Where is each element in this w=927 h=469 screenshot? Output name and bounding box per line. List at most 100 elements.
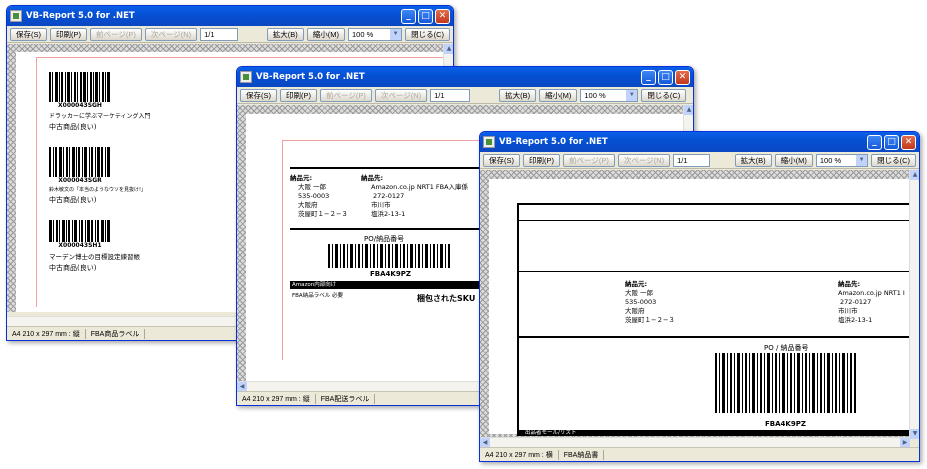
app-icon [483,136,495,148]
zoom-out-button[interactable]: 縮小(M) [306,27,345,41]
page-field[interactable]: 1/1 [673,153,710,167]
prev-page-button[interactable]: 前ページ(P) [563,153,615,167]
barcode-text: X000043SGH [58,102,102,109]
zoom-value: 100 % [819,155,842,165]
close-button[interactable]: 閉じる(C) [405,27,450,41]
zoom-select[interactable]: 100 % ▼ [348,27,403,41]
ship-to-heading: 納品先: [838,280,861,288]
minimize-icon[interactable]: _ [641,69,656,85]
scroll-up-icon[interactable]: ▲ [684,105,693,115]
title-bar[interactable]: VB-Report 5.0 for .NET _ □ ✕ [480,132,919,152]
page-field[interactable]: 1/1 [430,88,471,102]
page-field[interactable]: 1/1 [200,27,238,41]
zoom-in-button[interactable]: 拡大(B) [499,88,537,102]
ship-from-line: 大阪府 [625,307,645,315]
app-icon [10,10,22,22]
paper-size-text: A4 210 x 297 mm : 縦 [7,328,86,339]
ship-to-heading: 納品先: [361,174,384,182]
ship-to: 納品先: Amazon.co.jp NRT1 I 272-0127 市川市 塩浜… [838,280,905,325]
print-button[interactable]: 印刷(P) [523,153,560,167]
product-title: マーデン博士の目標設定練習帳 [49,253,140,261]
barcode [49,72,110,102]
report-name-text: FBA商品ラベル [86,328,146,339]
maximize-icon[interactable]: □ [658,69,673,85]
title-bar[interactable]: VB-Report 5.0 for .NET _ □ ✕ [237,67,693,87]
product-label-1: X000043SGH ドラッカーに学ぶマーケティング入門 中古商品(良い) [49,72,151,132]
window-title: VB-Report 5.0 for .NET [256,72,365,82]
product-condition: 中古商品(良い) [49,123,97,131]
po-label: PO/納品番号 [364,235,405,243]
rule [517,220,910,221]
po-code: FBA4K9PZ [765,420,806,428]
vertical-scrollbar[interactable]: ▲ ▼ [909,170,919,439]
paper-size-text: A4 210 x 297 mm : 縦 [237,393,316,404]
ship-to-line: Amazon.co.jp NRT1 FBA入庫係 [371,183,469,191]
zoom-in-button[interactable]: 拡大(B) [266,27,304,41]
ship-to-line: 272-0127 [840,298,872,306]
zoom-value: 100 % [584,90,606,100]
zoom-in-button[interactable]: 拡大(B) [734,153,772,167]
next-page-button[interactable]: 次ページ(N) [374,88,428,102]
ship-from-line: 535-0003 [625,298,657,306]
toolbar: 保存(S) 印刷(P) 前ページ(P) 次ページ(N) 1/1 拡大(B) 縮小… [7,26,453,43]
scroll-down-icon[interactable]: ▼ [910,429,919,439]
po-barcode [328,244,450,268]
label-note: FBA納品ラベル 必要 [292,293,343,299]
ship-from: 納品元: 大阪 一郎 535-0003 大阪府 茨屋町１−２−３ [625,280,675,325]
ship-to: 納品先: Amazon.co.jp NRT1 FBA入庫係 272-0127 市… [361,174,468,219]
close-button[interactable]: 閉じる(C) [641,88,687,102]
chevron-down-icon: ▼ [626,89,638,101]
ship-to-line: 塩浜2-13-1 [838,316,873,324]
rule [290,228,490,230]
product-label-3: X000043SH1 マーデン博士の目標設定練習帳 中古商品(良い) [49,220,140,273]
ship-from-line: 大阪 一郎 [298,183,327,191]
next-page-button[interactable]: 次ページ(N) [617,153,671,167]
save-button[interactable]: 保存(S) [10,27,47,41]
prev-page-button[interactable]: 前ページ(P) [90,27,142,41]
zoom-select[interactable]: 100 % ▼ [580,88,639,102]
title-bar[interactable]: VB-Report 5.0 for .NET _ □ ✕ [7,6,453,26]
prev-page-button[interactable]: 前ページ(P) [320,88,372,102]
scroll-up-icon[interactable]: ▲ [444,44,453,54]
ship-from-heading: 納品元: [625,280,648,288]
barcode [49,147,110,177]
product-title: 鈴木敏文の「本当のようなウソを見抜け!」 [49,187,147,193]
ship-from-line: 535-0003 [298,192,330,200]
scroll-up-icon[interactable]: ▲ [910,170,919,180]
zoom-select[interactable]: 100 % ▼ [815,153,869,167]
zoom-value: 100 % [352,29,374,39]
zoom-out-button[interactable]: 縮小(M) [774,153,813,167]
save-button[interactable]: 保存(S) [240,88,277,102]
print-button[interactable]: 印刷(P) [50,27,87,41]
zoom-out-button[interactable]: 縮小(M) [539,88,578,102]
ship-from-line: 茨屋町１−２−３ [625,316,675,324]
close-icon[interactable]: ✕ [435,8,450,24]
app-icon [240,71,252,83]
maximize-icon[interactable]: □ [418,8,433,24]
save-button[interactable]: 保存(S) [483,153,520,167]
sku-text: 梱包されたSKU [417,294,476,303]
minimize-icon[interactable]: _ [401,8,416,24]
close-icon[interactable]: ✕ [901,134,916,150]
product-title: ドラッカーに学ぶマーケティング入門 [49,113,151,120]
barcode-text: X000043SH1 [58,242,102,249]
next-page-button[interactable]: 次ページ(N) [144,27,198,41]
barcode-text: X000043SGR [58,177,102,184]
product-label-2: X000043SGR 鈴木敏文の「本当のようなウソを見抜け!」 中古商品(良い) [49,147,146,205]
chevron-down-icon: ▼ [390,28,402,40]
report-name-text: FBA納品書 [559,449,605,460]
print-button[interactable]: 印刷(P) [280,88,317,102]
ship-from: 納品元: 大阪 一郎 535-0003 大阪府 茨屋町１−２−３ [290,174,348,219]
close-icon[interactable]: ✕ [675,69,690,85]
ship-to-line: 市川市 [838,307,858,315]
maximize-icon[interactable]: □ [884,134,899,150]
close-button[interactable]: 閉じる(C) [871,153,916,167]
horizontal-scrollbar[interactable]: ◀ ▶ [480,437,910,448]
ship-from-line: 大阪 一郎 [625,289,654,297]
rule [517,203,910,205]
ship-from-line: 大阪府 [298,201,318,209]
po-code: FBA4K9PZ [370,270,411,278]
minimize-icon[interactable]: _ [867,134,882,150]
frame-left [517,203,519,434]
po-barcode [715,353,856,413]
